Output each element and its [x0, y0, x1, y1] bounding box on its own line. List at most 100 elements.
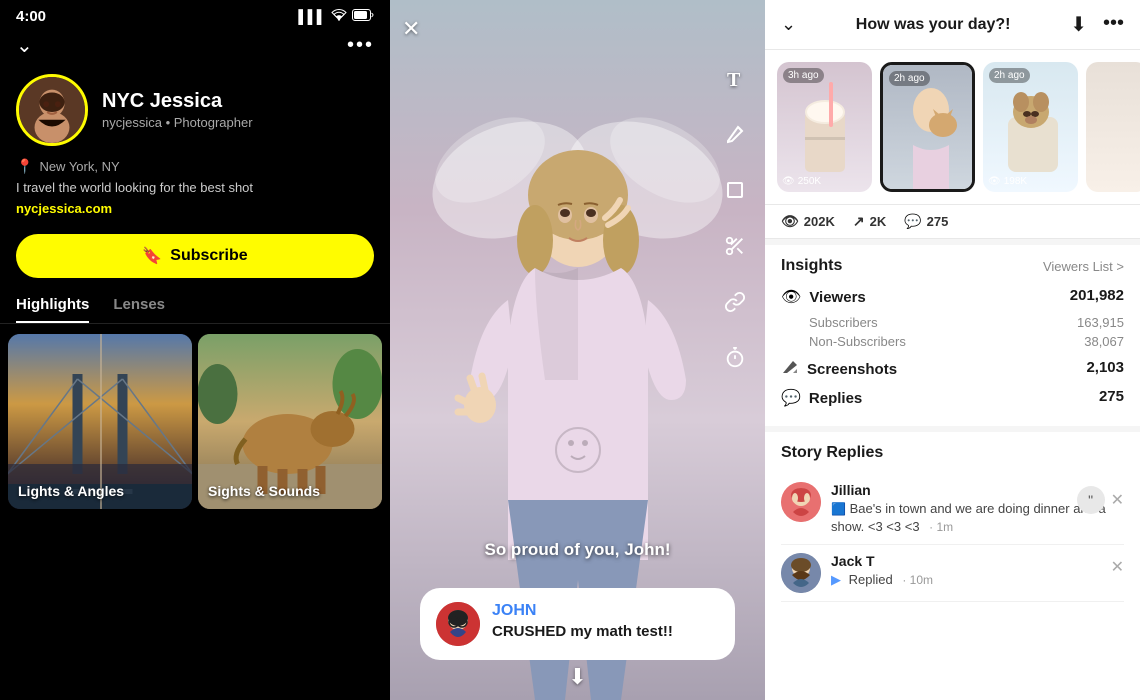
- bookmark-icon: 🔖: [142, 246, 162, 266]
- replies-label-left: 💬 Replies: [781, 388, 862, 408]
- jack-time: · 10m: [902, 573, 933, 587]
- timer-icon[interactable]: [717, 340, 753, 376]
- reply-avatar: [436, 602, 480, 646]
- reply-text: CRUSHED my math test!!: [492, 622, 719, 642]
- back-chevron-icon[interactable]: ⌄: [781, 14, 796, 35]
- chevron-down-icon[interactable]: ⌄: [16, 33, 33, 58]
- story-replies-section: Story Replies Jillian 🟦 Bae's in to: [765, 432, 1140, 700]
- screenshots-row: Screenshots 2,103: [781, 359, 1124, 380]
- download-button-icon[interactable]: ⬇: [1070, 12, 1087, 37]
- screenshot-stat-icon: ↗: [853, 213, 865, 230]
- story-thumb-2[interactable]: 2h ago: [880, 62, 975, 192]
- battery-icon: [352, 9, 374, 24]
- header-actions: ⬇ •••: [1070, 12, 1124, 37]
- right-panel-header: ⌄ How was your day?! ⬇ •••: [765, 0, 1140, 50]
- highlight-label-sights: Sights & Sounds: [208, 483, 320, 499]
- subscribers-label: Subscribers: [809, 315, 878, 330]
- avatar-image: [19, 77, 85, 143]
- avatar[interactable]: [16, 74, 88, 146]
- signal-icon: ▌▌▌: [298, 9, 326, 24]
- non-subscribers-sub-row: Non-Subscribers 38,067: [781, 332, 1124, 351]
- screenshots-label-left: Screenshots: [781, 359, 897, 380]
- eye-stat-icon: 👁: [781, 213, 799, 230]
- profile-section: NYC Jessica nycjessica • Photographer: [0, 66, 390, 158]
- story-title: How was your day?!: [856, 16, 1011, 34]
- story-top-bar: ✕: [390, 0, 765, 58]
- viewers-value: 201,982: [1070, 287, 1124, 304]
- status-icons: ▌▌▌: [298, 9, 374, 24]
- crop-tool-icon[interactable]: [717, 172, 753, 208]
- viewers-icon: 👁: [781, 287, 801, 307]
- close-icon[interactable]: ✕: [402, 16, 420, 42]
- replies-value: 275: [927, 214, 949, 229]
- link-tool-icon[interactable]: [717, 284, 753, 320]
- profile-meta: 📍 New York, NY I travel the world lookin…: [0, 158, 390, 224]
- screenshots-insight-value: 2,103: [1086, 359, 1124, 376]
- scissors-icon[interactable]: [717, 228, 753, 264]
- total-views-stat: 👁 202K: [781, 213, 835, 230]
- text-tool-icon[interactable]: T: [717, 60, 753, 96]
- reply-name: JOHN: [492, 602, 719, 620]
- story-thumb-views-1: 👁 250K: [782, 176, 821, 187]
- viewers-list-link[interactable]: Viewers List >: [1043, 259, 1124, 274]
- viewers-row: 👁 Viewers 201,982: [781, 287, 1124, 307]
- tab-lenses[interactable]: Lenses: [113, 288, 165, 323]
- svg-text:T: T: [727, 69, 741, 90]
- highlight-card-lights-angles[interactable]: Lights & Angles: [8, 334, 192, 509]
- status-bar: 4:00 ▌▌▌: [0, 0, 390, 29]
- middle-panel: ✕ T: [390, 0, 765, 700]
- jack-name: Jack T: [831, 553, 1124, 569]
- story-thumb-3[interactable]: 2h ago 👁 198K: [983, 62, 1078, 192]
- subscribers-sub-row: Subscribers 163,915: [781, 313, 1124, 332]
- story-thumb-views-3: 👁 198K: [988, 176, 1027, 187]
- profile-link[interactable]: nycjessica.com: [16, 201, 374, 216]
- story-thumb-1[interactable]: 3h ago 👁 250K: [777, 62, 872, 192]
- bio-text: I travel the world looking for the best …: [16, 179, 374, 197]
- replies-insight-icon: 💬: [781, 388, 801, 408]
- story-caption: So proud of you, John!: [390, 540, 765, 560]
- story-thumb-time-2: 2h ago: [889, 71, 930, 86]
- reply-content: JOHN CRUSHED my math test!!: [492, 602, 719, 642]
- replies-insight-row: 💬 Replies 275: [781, 388, 1124, 408]
- quote-button-jillian[interactable]: ": [1077, 486, 1105, 514]
- total-views-value: 202K: [804, 214, 835, 229]
- story-reply-bubble[interactable]: JOHN CRUSHED my math test!!: [420, 588, 735, 660]
- status-time: 4:00: [16, 8, 46, 25]
- message-icon: 🟦: [831, 502, 846, 516]
- right-panel: ⌄ How was your day?! ⬇ •••: [765, 0, 1140, 700]
- viewers-label: Viewers: [809, 289, 865, 306]
- story-thumb-time-3: 2h ago: [989, 68, 1030, 83]
- jack-avatar: [781, 553, 821, 593]
- jack-actions: ✕: [1111, 557, 1124, 577]
- close-reply-jillian[interactable]: ✕: [1111, 490, 1124, 510]
- eye-icon: 👁: [782, 176, 795, 187]
- stats-row: 👁 202K ↗ 2K 💬 275: [765, 205, 1140, 239]
- non-subscribers-label: Non-Subscribers: [809, 334, 906, 349]
- reply-item-jillian: Jillian 🟦 Bae's in town and we are doing…: [781, 474, 1124, 545]
- subscribers-value: 163,915: [1077, 315, 1124, 330]
- highlight-card-sights-sounds[interactable]: Sights & Sounds: [198, 334, 382, 509]
- tab-highlights[interactable]: Highlights: [16, 288, 89, 323]
- viewers-label-left: 👁 Viewers: [781, 287, 866, 307]
- highlight-label-lights: Lights & Angles: [18, 483, 124, 499]
- story-tools: T: [717, 60, 753, 376]
- stories-row: 3h ago 👁 250K: [765, 50, 1140, 205]
- replies-stat: 💬 275: [904, 213, 948, 230]
- download-icon[interactable]: ⬇: [568, 664, 586, 690]
- more-options-button-icon[interactable]: •••: [1103, 12, 1124, 37]
- profile-handle: nycjessica • Photographer: [102, 115, 253, 130]
- close-reply-jack[interactable]: ✕: [1111, 557, 1124, 577]
- story-thumb-4[interactable]: [1086, 62, 1140, 192]
- more-options-icon[interactable]: •••: [347, 34, 374, 57]
- pen-tool-icon[interactable]: [717, 116, 753, 152]
- eye-icon-3: 👁: [988, 176, 1001, 187]
- profile-info: NYC Jessica nycjessica • Photographer: [102, 90, 253, 130]
- subscribe-button[interactable]: 🔖 Subscribe: [16, 234, 374, 278]
- jillian-avatar: [781, 482, 821, 522]
- replies-insight-value: 275: [1099, 388, 1124, 405]
- insights-header: Insights Viewers List >: [781, 257, 1124, 275]
- screenshots-value: 2K: [870, 214, 887, 229]
- tabs-row: Highlights Lenses: [0, 288, 390, 324]
- jack-content: Jack T ▶ Replied · 10m: [831, 553, 1124, 589]
- story-thumb-time-1: 3h ago: [783, 68, 824, 83]
